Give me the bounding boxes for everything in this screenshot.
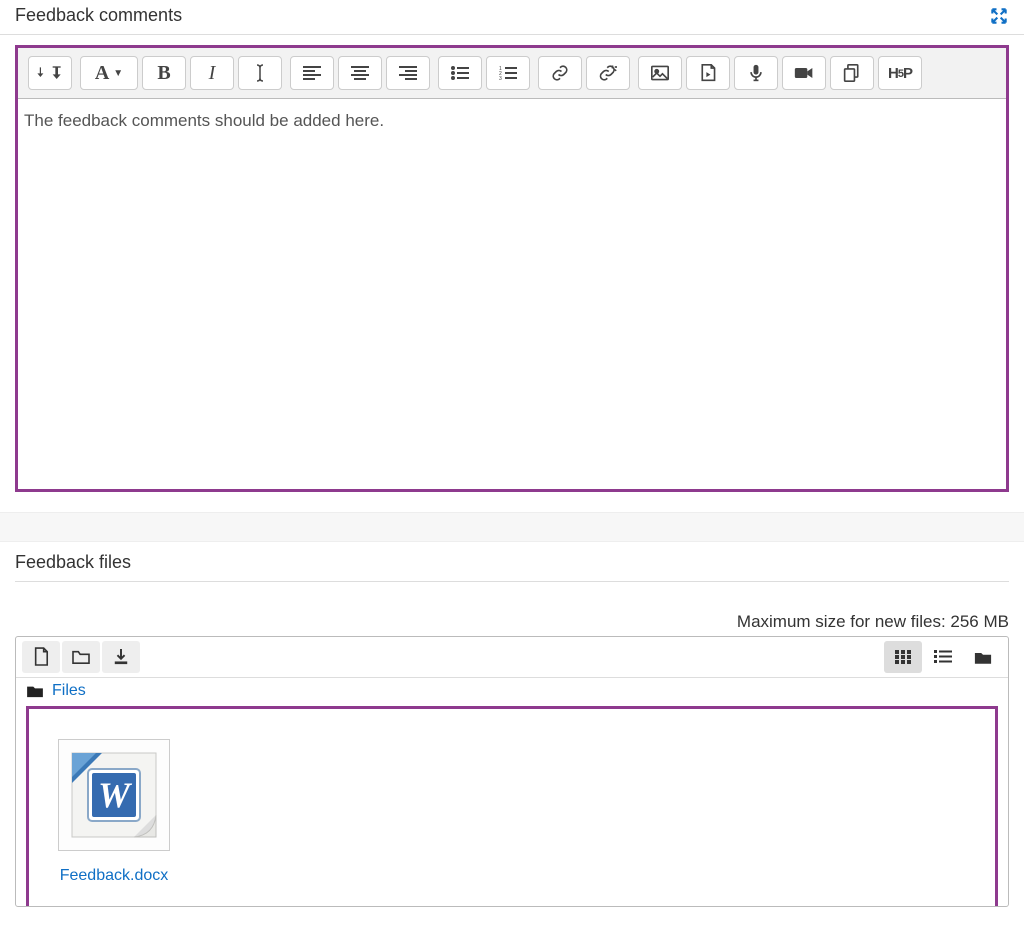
editor-toolbar: A▼ B I 123 xyxy=(18,48,1006,99)
media-button[interactable] xyxy=(686,56,730,90)
svg-text:W: W xyxy=(98,775,133,815)
italic-button[interactable]: I xyxy=(190,56,234,90)
h5p-button[interactable]: H5P xyxy=(878,56,922,90)
record-video-button[interactable] xyxy=(782,56,826,90)
view-icons-button[interactable] xyxy=(884,641,922,673)
feedback-editor-container: A▼ B I 123 xyxy=(15,45,1009,492)
record-audio-button[interactable] xyxy=(734,56,778,90)
bold-button[interactable]: B xyxy=(142,56,186,90)
create-folder-button[interactable] xyxy=(62,641,100,673)
expand-icon[interactable] xyxy=(989,6,1009,26)
image-button[interactable] xyxy=(638,56,682,90)
view-details-button[interactable] xyxy=(924,641,962,673)
breadcrumb-root-link[interactable]: Files xyxy=(52,682,86,700)
max-file-size-label: Maximum size for new files: 256 MB xyxy=(15,582,1009,636)
align-right-button[interactable] xyxy=(386,56,430,90)
bullet-list-button[interactable] xyxy=(438,56,482,90)
add-file-button[interactable] xyxy=(22,641,60,673)
feedback-comments-header: Feedback comments xyxy=(0,0,1024,35)
feedback-files-title: Feedback files xyxy=(15,552,1009,582)
file-breadcrumb: Files xyxy=(16,678,1008,706)
align-center-button[interactable] xyxy=(338,56,382,90)
numbered-list-button[interactable]: 123 xyxy=(486,56,530,90)
link-button[interactable] xyxy=(538,56,582,90)
file-manager: Files W Feedback.docx xyxy=(15,636,1009,907)
font-styles-button[interactable]: A▼ xyxy=(80,56,138,90)
svg-text:3: 3 xyxy=(499,76,502,80)
files-drop-area[interactable]: W Feedback.docx xyxy=(26,706,998,906)
file-item: W Feedback.docx xyxy=(49,739,179,885)
manage-files-button[interactable] xyxy=(830,56,874,90)
file-thumbnail[interactable]: W xyxy=(58,739,170,851)
toolbar-expand-button[interactable] xyxy=(28,56,72,90)
file-name-link[interactable]: Feedback.docx xyxy=(49,867,179,885)
file-manager-toolbar xyxy=(16,637,1008,678)
align-left-button[interactable] xyxy=(290,56,334,90)
feedback-editor[interactable]: The feedback comments should be added he… xyxy=(18,99,1006,489)
feedback-comments-title: Feedback comments xyxy=(15,5,182,26)
view-tree-button[interactable] xyxy=(964,641,1002,673)
section-divider xyxy=(0,512,1024,542)
unlink-button[interactable] xyxy=(586,56,630,90)
download-all-button[interactable] xyxy=(102,641,140,673)
folder-icon xyxy=(26,684,44,698)
text-cursor-button[interactable] xyxy=(238,56,282,90)
